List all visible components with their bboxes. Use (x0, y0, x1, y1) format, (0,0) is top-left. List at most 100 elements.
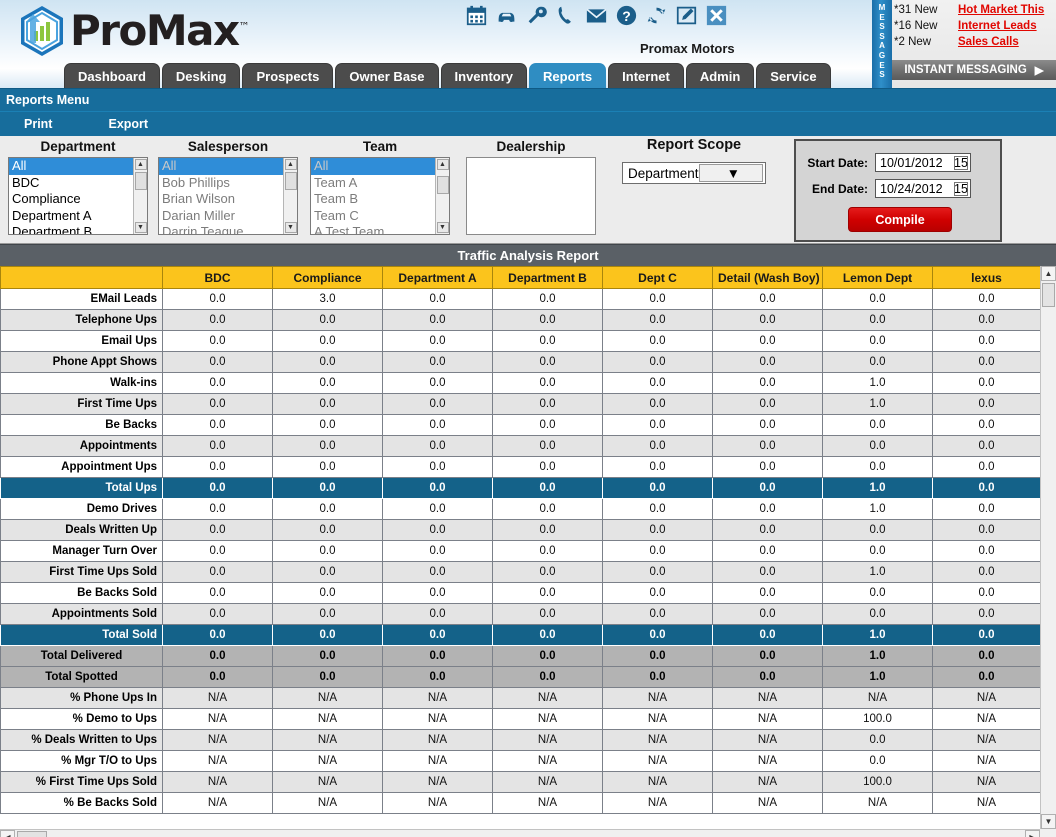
table-row[interactable]: % Phone Ups InN/AN/AN/AN/AN/AN/AN/AN/A (1, 688, 1041, 709)
grid-horizontal-scrollbar[interactable]: ◀ ▶ (0, 829, 1040, 837)
table-row[interactable]: % Deals Written to UpsN/AN/AN/AN/AN/AN/A… (1, 730, 1041, 751)
tab-service[interactable]: Service (756, 63, 830, 88)
instant-messaging-button[interactable]: INSTANT MESSAGING ▶ (892, 60, 1056, 80)
table-row[interactable]: First Time Ups Sold0.00.00.00.00.00.01.0… (1, 562, 1041, 583)
help-icon[interactable]: ? (616, 5, 637, 26)
end-date-field[interactable]: 10/24/2012 15 (875, 179, 971, 198)
scroll-right-icon[interactable]: ▶ (1025, 830, 1040, 837)
tab-admin[interactable]: Admin (686, 63, 754, 88)
tab-internet[interactable]: Internet (608, 63, 684, 88)
department-listbox[interactable]: AllBDCComplianceDepartment ADepartment B… (8, 157, 148, 235)
tab-owner-base[interactable]: Owner Base (335, 63, 438, 88)
export-button[interactable]: Export (98, 117, 158, 131)
message-link[interactable]: Sales Calls (958, 36, 1019, 48)
scroll-down-icon[interactable]: ▼ (437, 222, 449, 233)
list-item[interactable]: Team B (311, 191, 435, 208)
table-row[interactable]: Email Ups0.00.00.00.00.00.00.00.0 (1, 331, 1041, 352)
table-row[interactable]: % Mgr T/O to UpsN/AN/AN/AN/AN/AN/A0.0N/A (1, 751, 1041, 772)
column-header[interactable]: BDC (163, 267, 273, 289)
team-listbox[interactable]: AllTeam ATeam BTeam CA Test TeamSales ▲ … (310, 157, 450, 235)
scroll-up-icon[interactable]: ▲ (285, 159, 297, 170)
table-row[interactable]: Appointments0.00.00.00.00.00.00.00.0 (1, 436, 1041, 457)
tab-reports[interactable]: Reports (529, 63, 606, 88)
table-row[interactable]: First Time Ups0.00.00.00.00.00.01.00.0 (1, 394, 1041, 415)
scroll-up-icon[interactable]: ▲ (135, 159, 147, 170)
column-header[interactable]: Lemon Dept (823, 267, 933, 289)
scroll-thumb[interactable] (285, 172, 297, 190)
edit-icon[interactable] (676, 5, 697, 26)
compile-button[interactable]: Compile (848, 207, 952, 232)
chevron-down-icon[interactable]: ▼ (699, 164, 763, 182)
table-corner-header[interactable] (1, 267, 163, 289)
team-scrollbar[interactable]: ▲ ▼ (435, 158, 449, 234)
promax-logo[interactable]: ProMax™ (18, 5, 248, 57)
table-row[interactable]: Manager Turn Over0.00.00.00.00.00.00.00.… (1, 541, 1041, 562)
table-row[interactable]: Appointments Sold0.00.00.00.00.00.00.00.… (1, 604, 1041, 625)
table-row[interactable]: % Demo to UpsN/AN/AN/AN/AN/AN/A100.0N/A (1, 709, 1041, 730)
table-row[interactable]: Deals Written Up0.00.00.00.00.00.00.00.0 (1, 520, 1041, 541)
dealership-listbox[interactable] (466, 157, 596, 235)
tab-desking[interactable]: Desking (162, 63, 241, 88)
column-header[interactable]: lexus (933, 267, 1041, 289)
team-options[interactable]: AllTeam ATeam BTeam CA Test TeamSales (311, 158, 435, 234)
list-item[interactable]: Team C (311, 208, 435, 225)
phone-icon[interactable] (556, 5, 577, 26)
calendar-icon[interactable] (466, 5, 487, 26)
start-date-calendar-icon[interactable]: 15 (954, 156, 968, 170)
table-row[interactable]: % First Time Ups SoldN/AN/AN/AN/AN/AN/A1… (1, 772, 1041, 793)
message-link[interactable]: Internet Leads (958, 20, 1037, 32)
list-item[interactable]: Bob Phillips (159, 175, 283, 192)
vertical-scroll-thumb[interactable] (1042, 283, 1055, 307)
salesperson-options[interactable]: AllBob PhillipsBrian WilsonDarian Miller… (159, 158, 283, 234)
list-item[interactable]: A Test Team (311, 224, 435, 235)
end-date-calendar-icon[interactable]: 15 (954, 182, 968, 196)
list-item[interactable]: Compliance (9, 191, 133, 208)
list-item[interactable]: All (9, 158, 133, 175)
list-item[interactable]: Brian Wilson (159, 191, 283, 208)
list-item[interactable]: Department B (9, 224, 133, 235)
list-item[interactable]: Darian Miller (159, 208, 283, 225)
scroll-down-icon[interactable]: ▼ (135, 222, 147, 233)
table-row[interactable]: Total Ups0.00.00.00.00.00.01.00.0 (1, 478, 1041, 499)
scroll-down-icon[interactable]: ▼ (1041, 814, 1056, 829)
tab-dashboard[interactable]: Dashboard (64, 63, 160, 88)
scroll-thumb[interactable] (135, 172, 147, 190)
table-row[interactable]: Phone Appt Shows0.00.00.00.00.00.00.00.0 (1, 352, 1041, 373)
envelope-icon[interactable] (586, 5, 607, 26)
table-row[interactable]: Total Delivered0.00.00.00.00.00.01.00.0 (1, 646, 1041, 667)
scroll-left-icon[interactable]: ◀ (0, 830, 15, 837)
list-item[interactable]: Team A (311, 175, 435, 192)
list-item[interactable]: All (311, 158, 435, 175)
tab-prospects[interactable]: Prospects (242, 63, 333, 88)
table-row[interactable]: Total Sold0.00.00.00.00.00.01.00.0 (1, 625, 1041, 646)
horizontal-scroll-thumb[interactable] (17, 831, 47, 837)
table-row[interactable]: EMail Leads0.03.00.00.00.00.00.00.0 (1, 289, 1041, 310)
department-options[interactable]: AllBDCComplianceDepartment ADepartment B… (9, 158, 133, 234)
list-item[interactable]: All (159, 158, 283, 175)
scroll-up-icon[interactable]: ▲ (1041, 266, 1056, 281)
table-row[interactable]: Demo Drives0.00.00.00.00.00.01.00.0 (1, 499, 1041, 520)
salesperson-scrollbar[interactable]: ▲ ▼ (283, 158, 297, 234)
column-header[interactable]: Compliance (273, 267, 383, 289)
table-row[interactable]: Total Spotted0.00.00.00.00.00.01.00.0 (1, 667, 1041, 688)
table-row[interactable]: Be Backs Sold0.00.00.00.00.00.00.00.0 (1, 583, 1041, 604)
table-row[interactable]: Walk-ins0.00.00.00.00.00.01.00.0 (1, 373, 1041, 394)
wrench-icon[interactable] (526, 5, 547, 26)
column-header[interactable]: Department A (383, 267, 493, 289)
print-button[interactable]: Print (14, 117, 62, 131)
tab-inventory[interactable]: Inventory (441, 63, 528, 88)
refresh-icon[interactable] (646, 5, 667, 26)
list-item[interactable]: Darrin Teague (159, 224, 283, 235)
report-scope-select[interactable]: Department ▼ (622, 162, 766, 184)
salesperson-listbox[interactable]: AllBob PhillipsBrian WilsonDarian Miller… (158, 157, 298, 235)
scroll-up-icon[interactable]: ▲ (437, 159, 449, 170)
department-scrollbar[interactable]: ▲ ▼ (133, 158, 147, 234)
column-header[interactable]: Dept C (603, 267, 713, 289)
grid-vertical-scrollbar[interactable]: ▲ ▼ (1040, 266, 1056, 829)
scroll-thumb[interactable] (437, 176, 449, 194)
table-row[interactable]: % Be Backs SoldN/AN/AN/AN/AN/AN/AN/AN/A (1, 793, 1041, 814)
car-icon[interactable] (496, 5, 517, 26)
start-date-field[interactable]: 10/01/2012 15 (875, 153, 971, 172)
table-row[interactable]: Telephone Ups0.00.00.00.00.00.00.00.0 (1, 310, 1041, 331)
table-row[interactable]: Appointment Ups0.00.00.00.00.00.00.00.0 (1, 457, 1041, 478)
